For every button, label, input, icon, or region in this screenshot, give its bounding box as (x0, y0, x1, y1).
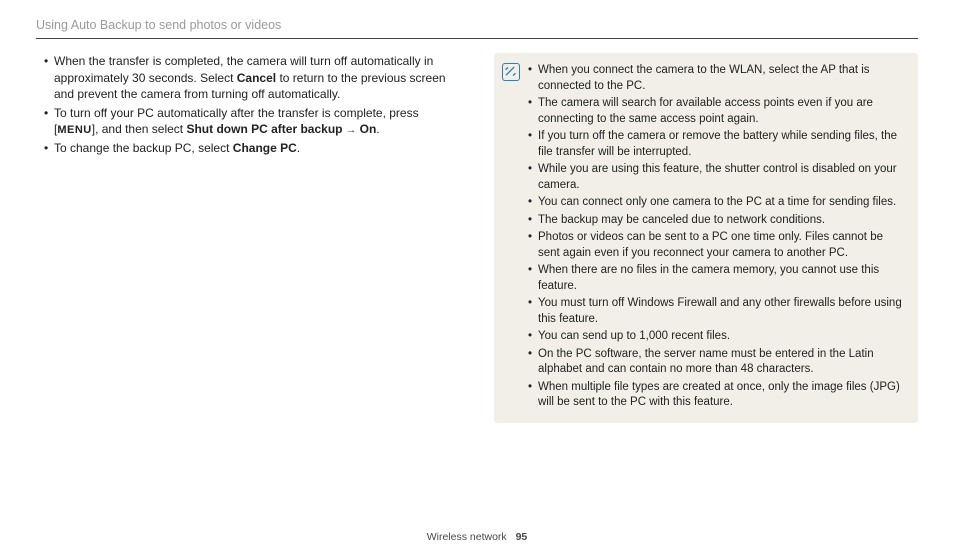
list-item: When multiple file types are created at … (528, 380, 904, 411)
list-item: Photos or videos can be sent to a PC one… (528, 230, 904, 261)
bold-text: On (360, 122, 377, 136)
text: On the PC software, the server name must… (538, 348, 874, 376)
text: If you turn off the camera or remove the… (538, 130, 897, 158)
bold-text: Change PC (233, 141, 297, 155)
note-list: When you connect the camera to the WLAN,… (528, 63, 904, 411)
list-item: You can connect only one camera to the P… (528, 195, 904, 211)
list-item: When there are no files in the camera me… (528, 263, 904, 294)
text: When you connect the camera to the WLAN,… (538, 64, 870, 92)
list-item: You can send up to 1,000 recent files. (528, 329, 904, 345)
note-box: When you connect the camera to the WLAN,… (494, 53, 918, 423)
footer-section: Wireless network (427, 531, 507, 543)
note-icon (502, 63, 520, 81)
page-number: 95 (516, 531, 528, 543)
text: When multiple file types are created at … (538, 381, 900, 409)
arrow-icon: → (342, 124, 359, 136)
main-list: When the transfer is completed, the came… (36, 53, 466, 157)
text: When there are no files in the camera me… (538, 264, 879, 292)
text: . (297, 141, 300, 155)
header-divider (36, 38, 918, 39)
text: You can connect only one camera to the P… (538, 196, 896, 208)
list-item: On the PC software, the server name must… (528, 347, 904, 378)
text: . (376, 122, 379, 136)
text: The camera will search for available acc… (538, 97, 873, 125)
text: Photos or videos can be sent to a PC one… (538, 231, 883, 259)
page-header: Using Auto Backup to send photos or vide… (36, 18, 918, 38)
right-column: When you connect the camera to the WLAN,… (494, 53, 918, 423)
text: While you are using this feature, the sh… (538, 163, 897, 191)
bold-text: Shut down PC after backup (186, 122, 342, 136)
text: You can send up to 1,000 recent files. (538, 330, 730, 342)
list-item: You must turn off Windows Firewall and a… (528, 296, 904, 327)
list-item: The camera will search for available acc… (528, 96, 904, 127)
left-column: When the transfer is completed, the came… (36, 53, 466, 159)
page: Using Auto Backup to send photos or vide… (0, 0, 954, 557)
list-item: When you connect the camera to the WLAN,… (528, 63, 904, 94)
list-item: When the transfer is completed, the came… (44, 53, 466, 103)
list-item: The backup may be canceled due to networ… (528, 213, 904, 229)
text: The backup may be canceled due to networ… (538, 214, 825, 226)
menu-glyph: MENU (57, 124, 91, 136)
content-columns: When the transfer is completed, the came… (36, 53, 918, 423)
text: To change the backup PC, select (54, 141, 233, 155)
page-footer: Wireless network 95 (0, 531, 954, 543)
list-item: To turn off your PC automatically after … (44, 105, 466, 139)
text: ], and then select (92, 122, 187, 136)
list-item: To change the backup PC, select Change P… (44, 140, 466, 157)
list-item: While you are using this feature, the sh… (528, 162, 904, 193)
header-title: Using Auto Backup to send photos or vide… (36, 18, 281, 32)
list-item: If you turn off the camera or remove the… (528, 129, 904, 160)
text: You must turn off Windows Firewall and a… (538, 297, 902, 325)
bold-text: Cancel (237, 71, 276, 85)
